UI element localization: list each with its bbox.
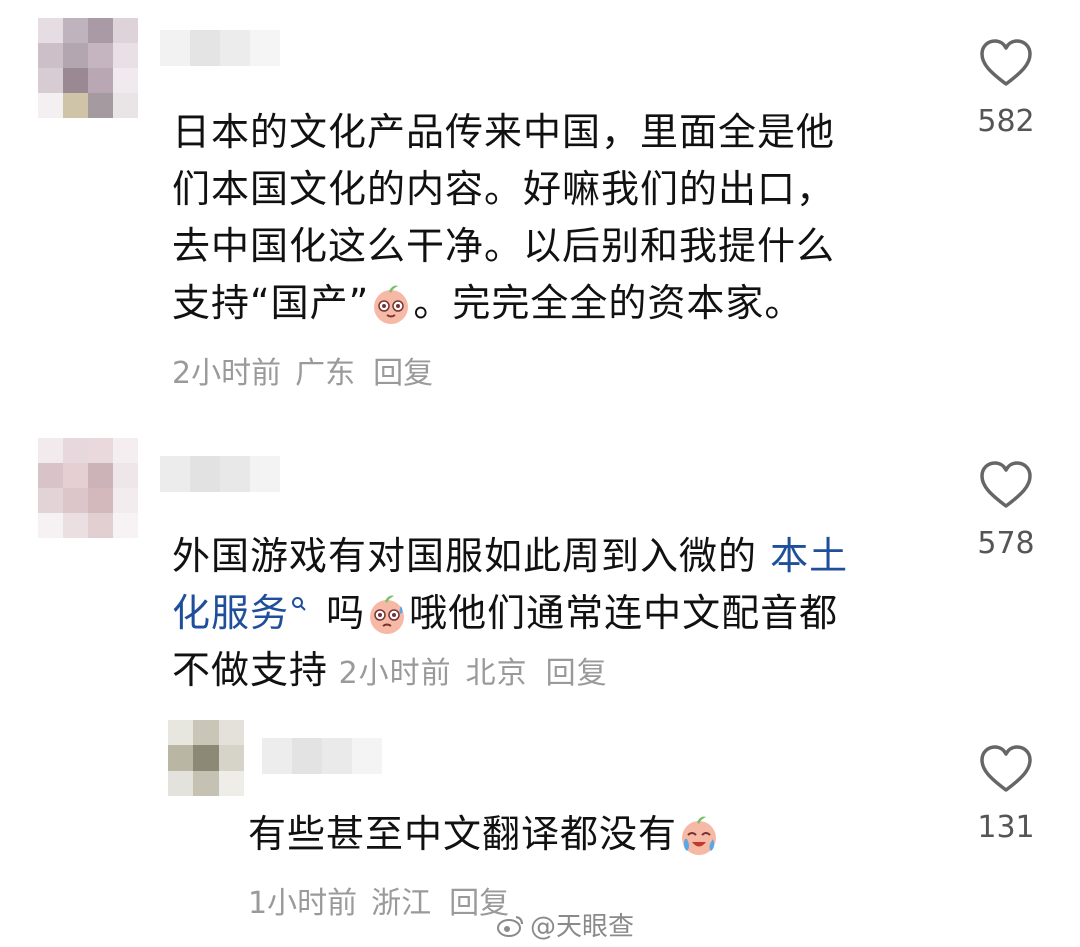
location: 北京: [465, 656, 528, 691]
heart-icon[interactable]: [978, 38, 1034, 88]
weibo-logo-icon: [497, 915, 523, 937]
location: 浙江: [371, 886, 432, 921]
like-count: 578: [977, 526, 1035, 561]
timestamp: 2小时前: [172, 356, 282, 391]
like-control[interactable]: 131: [966, 744, 1046, 846]
comment-text: 日本的文化产品传来中国，里面全是他 们本国文化的内容。好嘛我们的出口， 去中国化…: [172, 110, 836, 325]
username[interactable]: [160, 456, 280, 492]
username[interactable]: [262, 738, 382, 774]
reply-button[interactable]: 回复: [546, 656, 608, 691]
avatar[interactable]: [38, 18, 138, 118]
search-link[interactable]: 本土: [770, 534, 848, 578]
location: 广东: [295, 356, 356, 391]
reply-button[interactable]: 回复: [373, 356, 433, 391]
heart-icon[interactable]: [978, 460, 1034, 510]
comment-text: 有些甚至中文翻译都没有: [248, 806, 868, 863]
like-count: 582: [977, 104, 1035, 139]
comment-meta: 1小时前 浙江 回复: [248, 884, 523, 924]
avatar[interactable]: [38, 438, 138, 538]
heart-icon[interactable]: [978, 744, 1034, 794]
timestamp: 2小时前: [338, 656, 452, 691]
peach-worried-emoji-icon: [370, 595, 405, 634]
watermark: @天眼查: [496, 906, 634, 943]
timestamp: 1小时前: [248, 886, 358, 921]
comment-meta: 2小时前 广东 回复: [172, 354, 447, 394]
like-control[interactable]: 582: [966, 38, 1046, 140]
like-count: 131: [977, 810, 1035, 845]
peach-crying-emoji-icon: [682, 816, 717, 855]
comment-meta: 2小时前 北京 回复: [328, 656, 622, 691]
avatar[interactable]: [168, 720, 244, 796]
username[interactable]: [160, 30, 280, 66]
like-control[interactable]: 578: [966, 460, 1046, 562]
search-icon[interactable]: [291, 596, 307, 612]
comment-text: 外国游戏有对国服如此周到入微的 本土 化服务 吗哦他们通常连中文配音都 不做支持…: [172, 534, 849, 692]
search-link[interactable]: 化服务: [172, 591, 289, 635]
peach-sweat-emoji-icon: [374, 285, 409, 324]
